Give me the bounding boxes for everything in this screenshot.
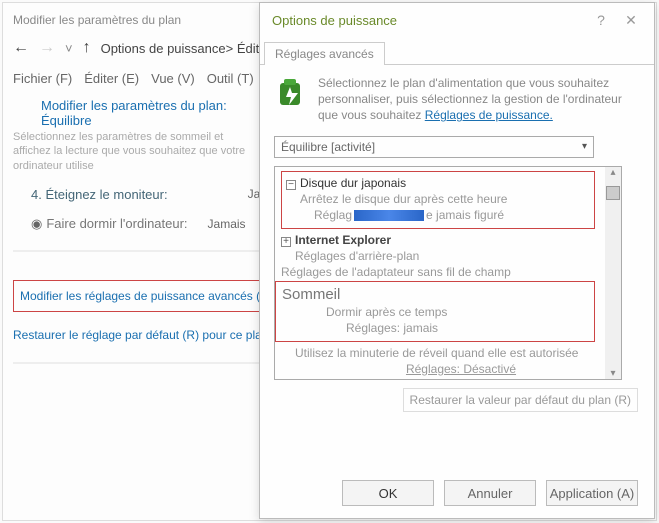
dialog-title-text: Options de puissance	[272, 13, 397, 28]
selection-highlight	[354, 210, 424, 221]
node-wake-timer[interactable]: Utilisez la minuterie de réveil quand el…	[295, 346, 599, 360]
battery-icon	[274, 75, 310, 111]
close-icon[interactable]: ✕	[616, 12, 646, 29]
label-setting-a: Réglag	[314, 208, 352, 222]
scroll-up-icon[interactable]: ▴	[610, 167, 615, 178]
ok-button[interactable]: OK	[342, 480, 434, 506]
up-icon[interactable]: ↑	[83, 39, 91, 57]
node-japanese-disk[interactable]: −Disque dur japonais	[286, 176, 590, 190]
settings-tree: −Disque dur japonais Arrêtez le disque d…	[274, 166, 622, 380]
sleep-radio-icon[interactable]: ◉	[31, 216, 42, 232]
power-options-dialog: Options de puissance ? ✕ Réglages avancé…	[259, 2, 655, 519]
info-link[interactable]: Réglages de puissance.	[425, 108, 553, 122]
collapse-icon[interactable]: −	[286, 180, 296, 190]
help-icon[interactable]: ?	[586, 12, 616, 28]
link-advanced-settings[interactable]: Modifier les réglages de puissance avanc…	[13, 280, 280, 312]
plan-desc: Sélectionnez les paramètres de sommeil e…	[13, 130, 263, 173]
label-setting-b: e jamais figuré	[426, 208, 504, 222]
expand-icon[interactable]: +	[281, 237, 291, 247]
link-restore-defaults[interactable]: Restaurer le réglage par défaut (R) pour…	[13, 328, 268, 342]
node-ie[interactable]: + Internet Explorer	[281, 233, 599, 247]
tab-advanced[interactable]: Réglages avancés	[264, 42, 385, 65]
plan-combo[interactable]: Équilibre [activité] ▾	[274, 136, 594, 158]
node-wake-setting[interactable]: Réglages: Désactivé	[323, 362, 599, 376]
back-icon[interactable]: ←	[13, 39, 29, 57]
apply-button[interactable]: Application (A)	[546, 480, 638, 506]
scroll-thumb[interactable]	[606, 186, 620, 200]
node-disk-setting[interactable]: Réglag e jamais figuré	[314, 208, 590, 222]
label-ie: Internet Explorer	[295, 233, 391, 247]
menu-file[interactable]: Fichier (F)	[13, 71, 72, 86]
dialog-panel: Sélectionnez le plan d'alimentation que …	[260, 65, 654, 420]
dialog-titlebar: Options de puissance ? ✕	[260, 3, 654, 37]
plan-combo-value: Équilibre [activité]	[281, 140, 375, 154]
node-stop-disk[interactable]: Arrêtez le disque dur après cette heure	[300, 192, 590, 206]
menu-tool[interactable]: Outil (T)	[207, 71, 254, 86]
highlight-sleep: Sommeil Dormir après ce temps Réglages: …	[275, 281, 595, 342]
node-ie-bg[interactable]: Réglages d'arrière-plan	[295, 249, 599, 263]
sleep-label: Faire dormir l'ordinateur:	[46, 216, 187, 231]
cancel-button[interactable]: Annuler	[444, 480, 536, 506]
info-row: Sélectionnez le plan d'alimentation que …	[274, 75, 640, 124]
info-text: Sélectionnez le plan d'alimentation que …	[318, 75, 640, 124]
node-wireless[interactable]: Réglages de l'adaptateur sans fil de cha…	[281, 265, 599, 279]
tab-strip: Réglages avancés	[260, 41, 654, 65]
scroll-down-icon[interactable]: ▾	[610, 368, 615, 379]
forward-icon: →	[39, 39, 55, 57]
tree-scrollbar[interactable]: ▴ ▾	[605, 167, 621, 379]
plan-heading: Modifier les paramètres du plan: Équilib…	[41, 98, 261, 128]
restore-plan-default[interactable]: Restaurer la valeur par défaut du plan (…	[403, 388, 638, 412]
menu-view[interactable]: Vue (V)	[151, 71, 195, 86]
node-sleep-setting[interactable]: Réglages: jamais	[346, 321, 594, 335]
node-sleep-after[interactable]: Dormir après ce temps	[326, 305, 594, 319]
highlight-japanese-disk: −Disque dur japonais Arrêtez le disque d…	[281, 171, 595, 229]
monitor-label: 4. Éteignez le moniteur:	[31, 187, 168, 202]
breadcrumb[interactable]: Options de puissance> Éditer	[101, 41, 271, 56]
label-japanese-disk: Disque dur japonais	[300, 176, 406, 190]
menu-edit[interactable]: Éditer (E)	[84, 71, 139, 86]
sleep-value[interactable]: Jamais	[208, 217, 246, 231]
node-sleep[interactable]: Sommeil	[282, 286, 594, 303]
tree-content: −Disque dur japonais Arrêtez le disque d…	[275, 167, 605, 379]
chevron-down-icon: ▾	[582, 141, 587, 152]
history-chevron-icon[interactable]: ˅	[65, 41, 73, 56]
dialog-buttons: OK Annuler Application (A)	[342, 480, 638, 506]
